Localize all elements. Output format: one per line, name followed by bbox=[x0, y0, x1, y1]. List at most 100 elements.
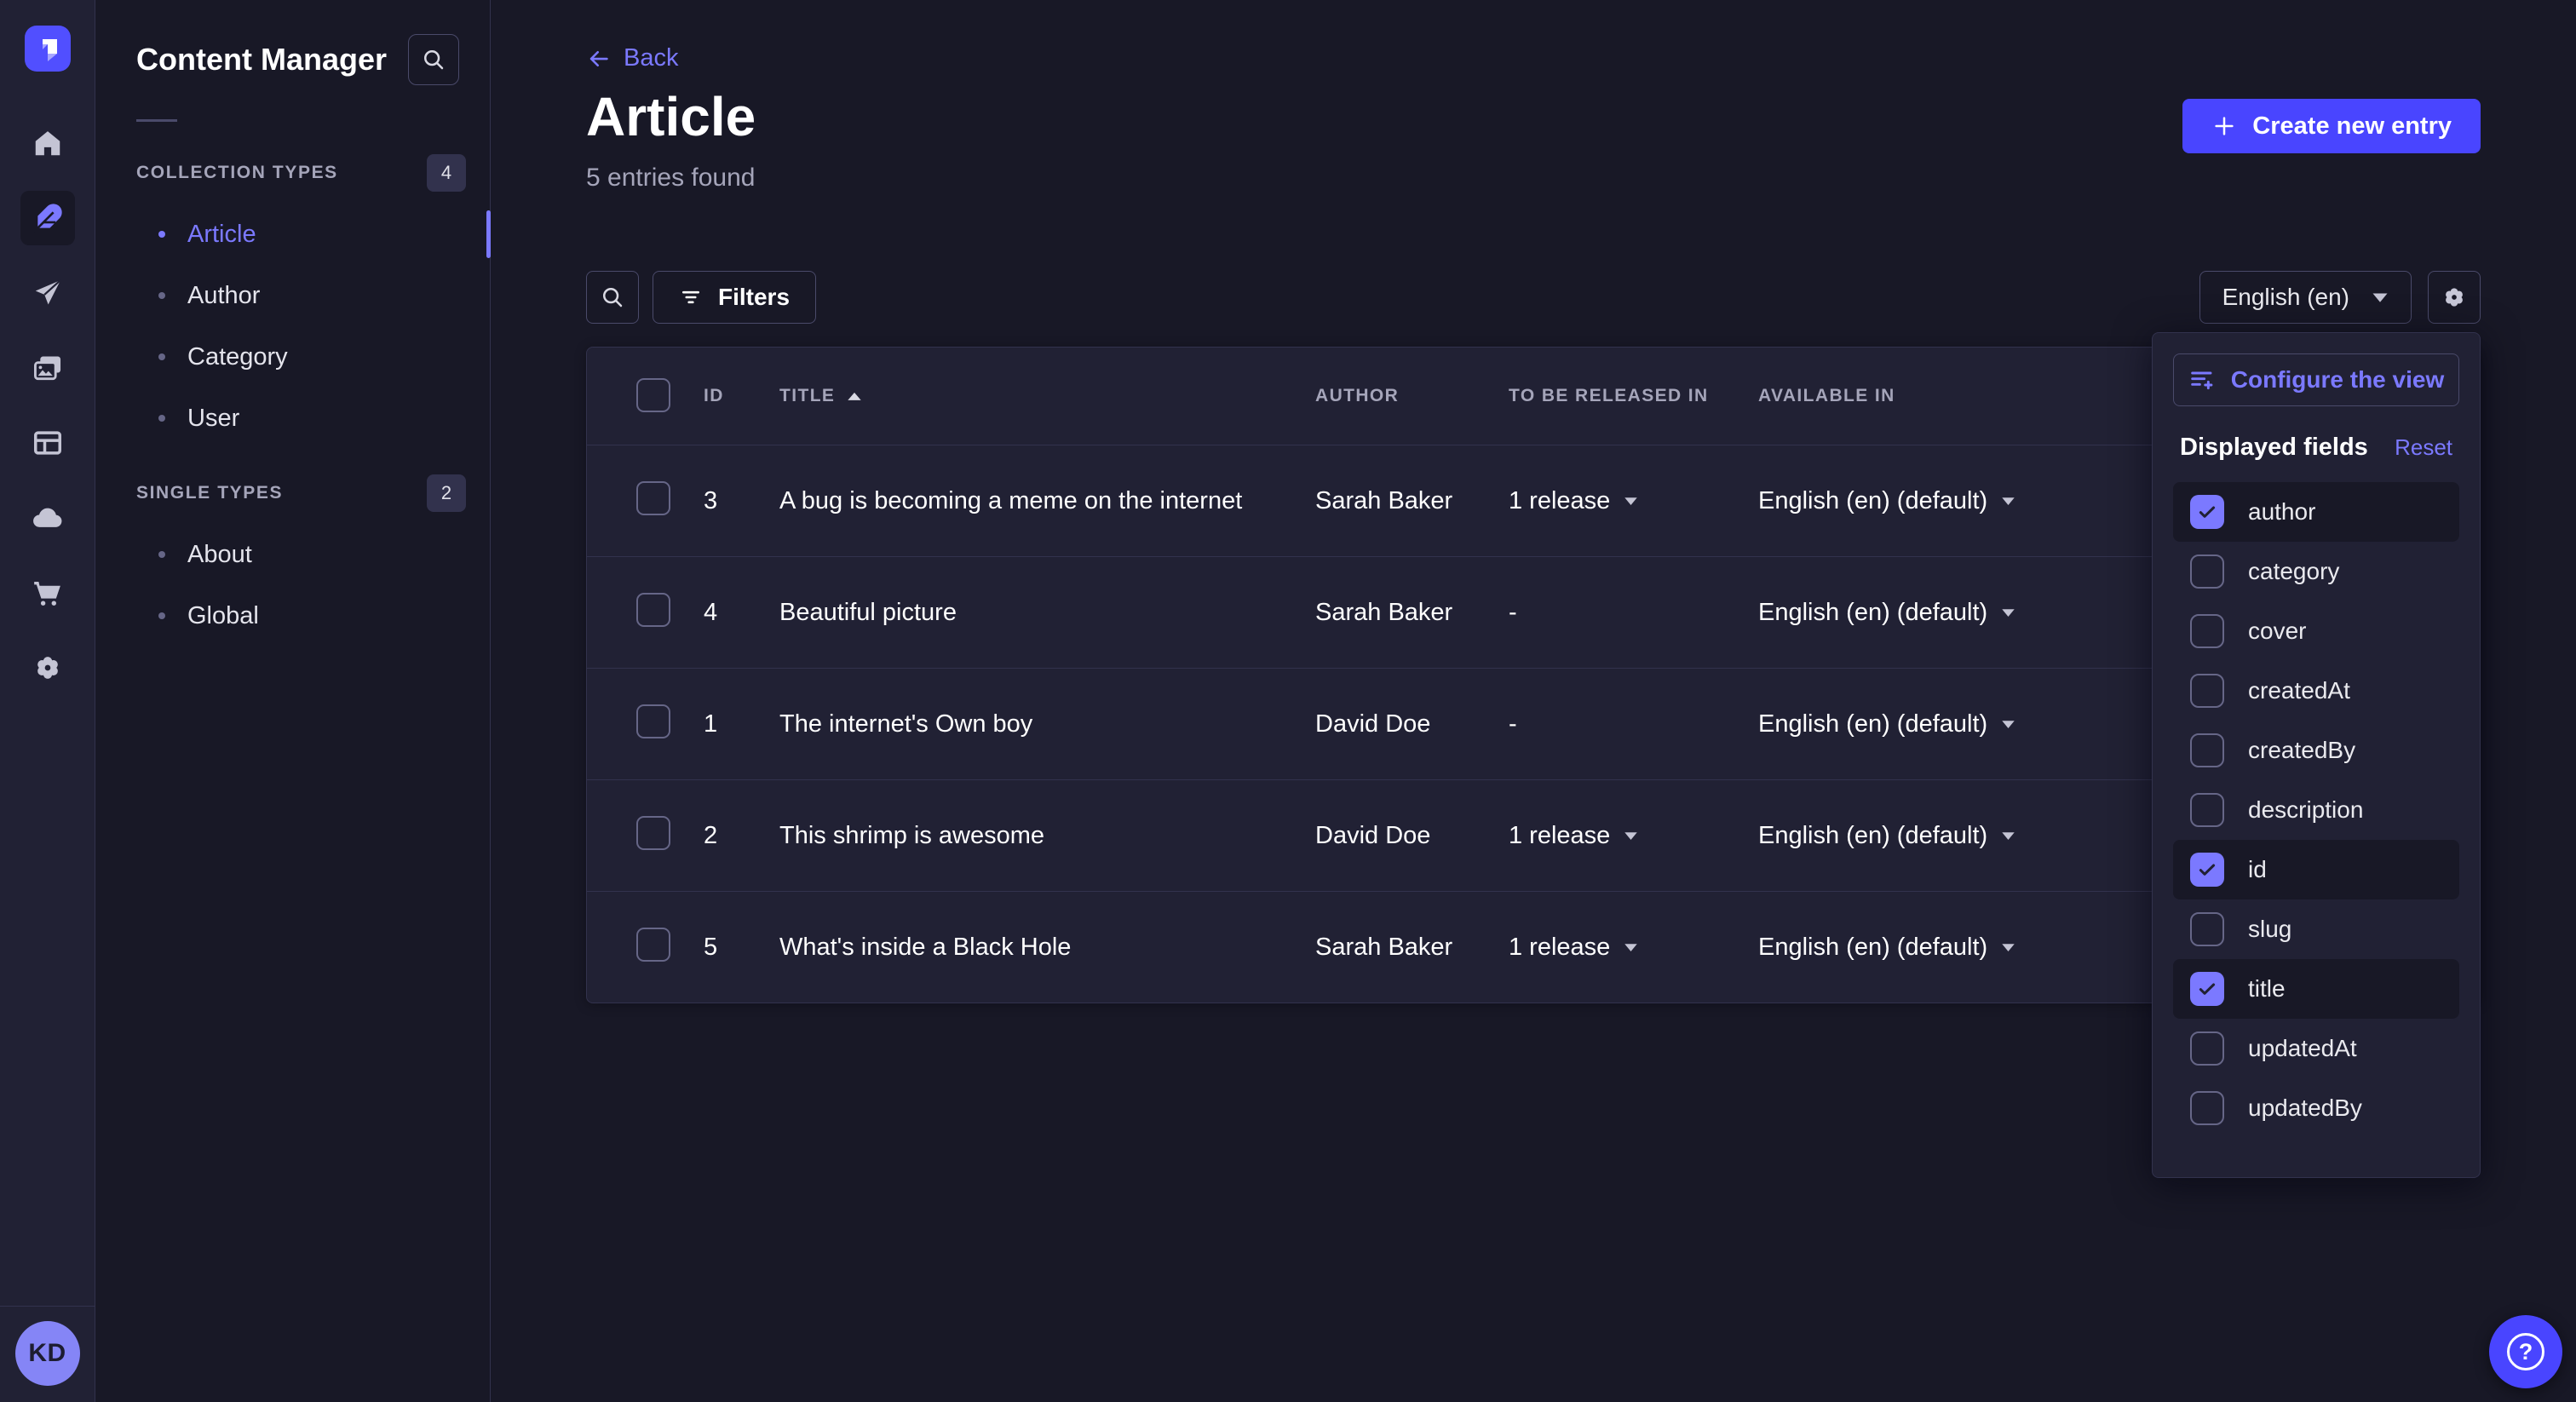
field-option-createdAt[interactable]: createdAt bbox=[2173, 661, 2459, 721]
cell-author: David Doe bbox=[1315, 710, 1509, 738]
locale-select[interactable]: English (en) bbox=[2199, 271, 2412, 324]
available-value: English (en) (default) bbox=[1758, 710, 1987, 738]
sidebar-item-label: Article bbox=[187, 221, 256, 249]
list-plus-icon bbox=[2188, 366, 2216, 394]
field-option-createdBy[interactable]: createdBy bbox=[2173, 721, 2459, 780]
checkbox-icon[interactable] bbox=[2190, 1091, 2224, 1125]
sidebar-item-label: About bbox=[187, 541, 252, 569]
gear-icon bbox=[2439, 282, 2470, 313]
configure-view-button[interactable]: Configure the view bbox=[2173, 353, 2459, 406]
create-new-entry-button[interactable]: Create new entry bbox=[2182, 99, 2481, 153]
column-header-title-label: TITLE bbox=[779, 386, 835, 406]
sidebar-search-button[interactable] bbox=[408, 34, 459, 85]
rail-releases-button[interactable] bbox=[20, 266, 75, 320]
field-label: updatedAt bbox=[2248, 1035, 2357, 1062]
field-label: description bbox=[2248, 796, 2363, 824]
field-label: cover bbox=[2248, 618, 2306, 645]
field-option-updatedBy[interactable]: updatedBy bbox=[2173, 1078, 2459, 1138]
bullet-icon bbox=[158, 415, 165, 422]
column-header-author[interactable]: AUTHOR bbox=[1315, 386, 1509, 406]
chevron-down-icon bbox=[2001, 943, 2015, 952]
search-icon bbox=[421, 47, 446, 72]
table-search-button[interactable] bbox=[586, 271, 639, 324]
create-new-entry-label: Create new entry bbox=[2252, 112, 2452, 141]
rail-content-manager-button[interactable] bbox=[20, 191, 75, 245]
bullet-icon bbox=[158, 551, 165, 558]
cell-release-dropdown[interactable]: 1 release bbox=[1509, 487, 1758, 515]
row-checkbox[interactable] bbox=[636, 816, 670, 850]
field-option-cover[interactable]: cover bbox=[2173, 601, 2459, 661]
checkbox-icon[interactable] bbox=[2190, 1031, 2224, 1066]
chevron-down-icon bbox=[2001, 497, 2015, 506]
field-option-id[interactable]: id bbox=[2173, 840, 2459, 899]
filter-icon bbox=[679, 285, 703, 309]
cell-release-dropdown[interactable]: - bbox=[1509, 599, 1758, 627]
select-all-checkbox[interactable] bbox=[636, 378, 670, 412]
check-icon bbox=[2196, 978, 2218, 1000]
column-header-id[interactable]: ID bbox=[704, 386, 779, 406]
sidebar-title: Content Manager bbox=[136, 42, 387, 78]
rail-cloud-button[interactable] bbox=[20, 491, 75, 545]
view-settings-button[interactable] bbox=[2428, 271, 2481, 324]
avatar[interactable]: KD bbox=[15, 1321, 80, 1386]
field-option-title[interactable]: title bbox=[2173, 959, 2459, 1019]
rail-content-type-builder-button[interactable] bbox=[20, 416, 75, 470]
row-checkbox[interactable] bbox=[636, 593, 670, 627]
sidebar-item-author[interactable]: Author bbox=[95, 265, 490, 326]
row-checkbox[interactable] bbox=[636, 928, 670, 962]
checkbox-icon[interactable] bbox=[2190, 912, 2224, 946]
rail-media-library-button[interactable] bbox=[20, 341, 75, 395]
cell-author: Sarah Baker bbox=[1315, 487, 1509, 515]
sidebar-item-user[interactable]: User bbox=[95, 388, 490, 449]
checkbox-icon[interactable] bbox=[2190, 614, 2224, 648]
field-option-author[interactable]: author bbox=[2173, 482, 2459, 542]
cell-id: 3 bbox=[704, 487, 779, 515]
bullet-icon bbox=[158, 612, 165, 619]
back-link[interactable]: Back bbox=[586, 44, 678, 72]
checkbox-icon[interactable] bbox=[2190, 495, 2224, 529]
cell-release-dropdown[interactable]: - bbox=[1509, 710, 1758, 738]
displayed-fields-header: Displayed fields Reset bbox=[2180, 434, 2452, 462]
field-option-description[interactable]: description bbox=[2173, 780, 2459, 840]
filters-button[interactable]: Filters bbox=[653, 271, 816, 324]
locale-value: English (en) bbox=[2222, 284, 2349, 311]
cell-id: 1 bbox=[704, 710, 779, 738]
checkbox-icon[interactable] bbox=[2190, 853, 2224, 887]
column-header-title[interactable]: TITLE bbox=[779, 386, 1315, 406]
sidebar-item-article[interactable]: Article bbox=[95, 204, 490, 265]
row-checkbox[interactable] bbox=[636, 704, 670, 738]
chevron-down-icon bbox=[1624, 831, 1638, 841]
help-button[interactable]: ? bbox=[2489, 1315, 2562, 1388]
row-checkbox[interactable] bbox=[636, 481, 670, 515]
reset-button[interactable]: Reset bbox=[2395, 434, 2452, 461]
sidebar-item-about[interactable]: About bbox=[95, 524, 490, 585]
field-option-category[interactable]: category bbox=[2173, 542, 2459, 601]
rail-marketplace-button[interactable] bbox=[20, 566, 75, 620]
cell-id: 4 bbox=[704, 599, 779, 627]
list-toolbar: Filters English (en) bbox=[586, 271, 2481, 324]
main-nav-rail: KD bbox=[0, 0, 95, 1402]
media-gallery-icon bbox=[32, 352, 64, 384]
cell-title: Beautiful picture bbox=[779, 599, 1315, 627]
column-header-release[interactable]: TO BE RELEASED IN bbox=[1509, 386, 1758, 406]
cell-author: David Doe bbox=[1315, 822, 1509, 850]
filters-label: Filters bbox=[718, 284, 790, 311]
checkbox-icon[interactable] bbox=[2190, 972, 2224, 1006]
field-option-slug[interactable]: slug bbox=[2173, 899, 2459, 959]
checkbox-icon[interactable] bbox=[2190, 793, 2224, 827]
arrow-left-icon bbox=[586, 46, 612, 72]
release-value: 1 release bbox=[1509, 487, 1610, 515]
cell-release-dropdown[interactable]: 1 release bbox=[1509, 934, 1758, 962]
strapi-logo[interactable] bbox=[25, 26, 71, 72]
sidebar-item-category[interactable]: Category bbox=[95, 326, 490, 388]
section-label: SINGLE TYPES bbox=[136, 483, 283, 503]
cell-release-dropdown[interactable]: 1 release bbox=[1509, 822, 1758, 850]
field-option-updatedAt[interactable]: updatedAt bbox=[2173, 1019, 2459, 1078]
rail-home-button[interactable] bbox=[20, 116, 75, 170]
checkbox-icon[interactable] bbox=[2190, 674, 2224, 708]
checkbox-icon[interactable] bbox=[2190, 554, 2224, 589]
rail-settings-button[interactable] bbox=[20, 641, 75, 695]
checkbox-icon[interactable] bbox=[2190, 733, 2224, 767]
sidebar-item-global[interactable]: Global bbox=[95, 585, 490, 646]
sidebar-item-label: Global bbox=[187, 602, 259, 630]
